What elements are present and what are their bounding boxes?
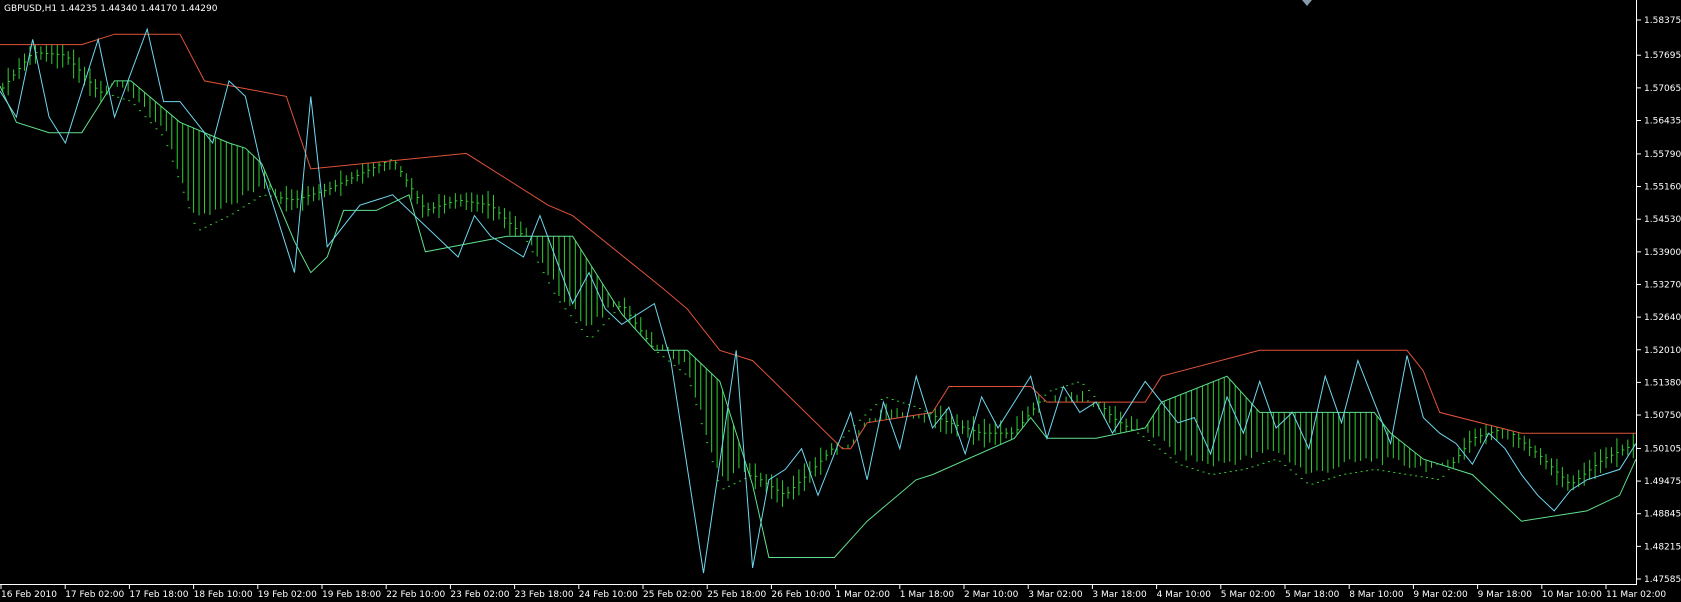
price-axis-label: 1.53900 bbox=[1644, 248, 1681, 258]
price-axis-label: 1.50750 bbox=[1644, 411, 1681, 421]
price-axis-label: 1.55790 bbox=[1644, 150, 1681, 160]
time-axis-label: 2 Mar 10:00 bbox=[964, 590, 1019, 600]
time-axis-label: 18 Feb 10:00 bbox=[194, 590, 253, 600]
price-axis-label: 1.54530 bbox=[1644, 215, 1681, 225]
time-axis-label: 3 Mar 02:00 bbox=[1028, 590, 1083, 600]
time-axis-label: 10 Mar 10:00 bbox=[1542, 590, 1602, 600]
time-axis-label: 11 Mar 02:00 bbox=[1606, 590, 1666, 600]
time-axis-label: 25 Feb 18:00 bbox=[707, 590, 766, 600]
price-axis-label: 1.55160 bbox=[1644, 183, 1681, 193]
time-axis-label: 23 Feb 18:00 bbox=[515, 590, 574, 600]
time-axis-label: 1 Mar 18:00 bbox=[900, 590, 955, 600]
time-axis-label: 17 Feb 18:00 bbox=[129, 590, 188, 600]
time-axis-label: 17 Feb 02:00 bbox=[65, 590, 124, 600]
price-axis-label: 1.57065 bbox=[1644, 84, 1681, 94]
price-axis-label: 1.49475 bbox=[1644, 477, 1681, 487]
price-chart[interactable]: 1.58375 1.57695 1.57065 1.56435 1.55790 1.551… bbox=[0, 0, 1681, 602]
price-axis-label: 1.52640 bbox=[1644, 313, 1681, 323]
time-axis-label: 5 Mar 02:00 bbox=[1221, 590, 1276, 600]
time-axis-label: 19 Feb 18:00 bbox=[322, 590, 381, 600]
time-axis-label: 1 Mar 02:00 bbox=[836, 590, 891, 600]
time-axis-label: 19 Feb 02:00 bbox=[258, 590, 317, 600]
time-axis-label: 16 Feb 2010 bbox=[1, 590, 57, 600]
chart-header-title: GBPUSD,H1 1.44235 1.44340 1.44170 1.4429… bbox=[4, 4, 218, 14]
price-axis-label: 1.52010 bbox=[1644, 346, 1681, 356]
time-axis-label: 26 Feb 10:00 bbox=[771, 590, 830, 600]
price-axis-label: 1.47585 bbox=[1644, 575, 1681, 585]
time-axis-label: 8 Mar 10:00 bbox=[1349, 590, 1404, 600]
price-axis-label: 1.51380 bbox=[1644, 378, 1681, 388]
time-axis-label: 9 Mar 18:00 bbox=[1478, 590, 1533, 600]
time-axis-label: 4 Mar 10:00 bbox=[1157, 590, 1212, 600]
time-axis-label: 5 Mar 18:00 bbox=[1285, 590, 1340, 600]
time-axis-label: 24 Feb 10:00 bbox=[579, 590, 638, 600]
price-axis-label: 1.56435 bbox=[1644, 117, 1681, 127]
price-axis-label: 1.50105 bbox=[1644, 444, 1681, 454]
price-axis-label: 1.48845 bbox=[1644, 510, 1681, 520]
time-axis-label: 9 Mar 02:00 bbox=[1413, 590, 1468, 600]
price-axis-label: 1.58375 bbox=[1644, 16, 1681, 26]
price-axis-label: 1.53270 bbox=[1644, 280, 1681, 290]
time-axis-label: 3 Mar 18:00 bbox=[1092, 590, 1147, 600]
time-axis-label: 22 Feb 10:00 bbox=[386, 590, 445, 600]
price-axis-label: 1.48215 bbox=[1644, 542, 1681, 552]
time-axis-label: 25 Feb 02:00 bbox=[643, 590, 702, 600]
price-axis-label: 1.57695 bbox=[1644, 51, 1681, 61]
time-axis-label: 23 Feb 02:00 bbox=[450, 590, 509, 600]
